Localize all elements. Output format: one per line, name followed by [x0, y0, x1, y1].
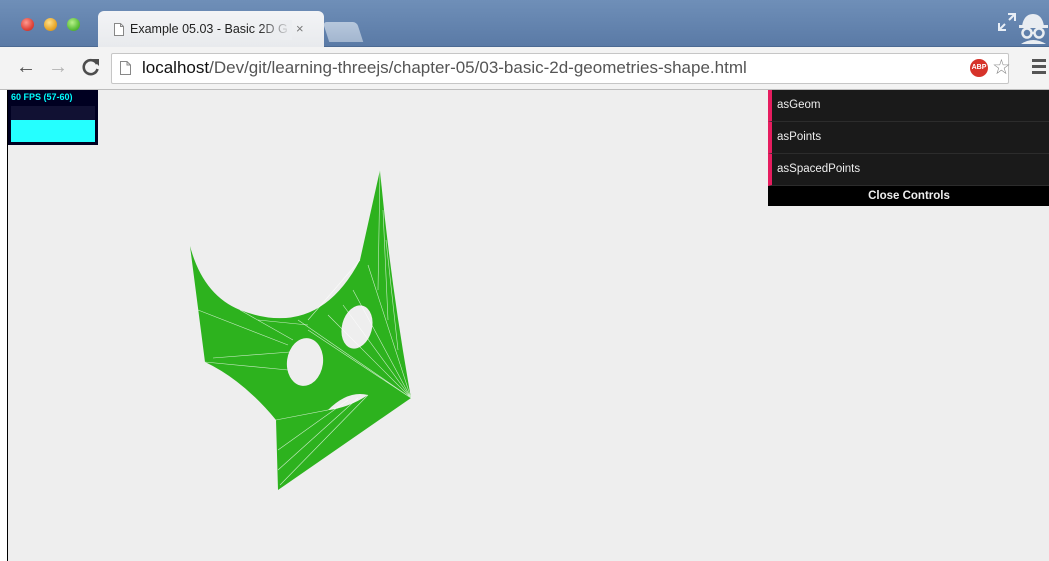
tab-active[interactable]: Example 05.03 - Basic 2D Geometries - Sh…	[98, 11, 324, 47]
dat-gui-panel: asGeom asPoints asSpacedPoints Close Con…	[768, 90, 1049, 206]
incognito-icon	[1019, 14, 1048, 44]
fps-text: 60 FPS (57-60)	[11, 92, 73, 102]
gui-button-label: asSpacedPoints	[777, 163, 861, 175]
tab-strip: Example 05.03 - Basic 2D Geometries - Sh…	[0, 0, 1049, 47]
fullscreen-icon[interactable]	[997, 12, 1017, 32]
page-icon	[120, 61, 131, 75]
minimize-window-button[interactable]	[44, 18, 57, 31]
close-icon[interactable]: ×	[296, 21, 304, 36]
forward-icon[interactable]: →	[47, 56, 69, 78]
menu-icon[interactable]	[1032, 59, 1046, 75]
browser-window: Example 05.03 - Basic 2D Geometries - Sh…	[0, 0, 1049, 561]
close-controls-button[interactable]: Close Controls	[768, 186, 1049, 206]
url-host: localhost	[142, 58, 210, 77]
zoom-window-button[interactable]	[67, 18, 80, 31]
tab-title-fade	[258, 20, 292, 40]
gui-button-label: asGeom	[777, 99, 821, 111]
fps-graph-background	[11, 106, 95, 120]
url-path: /Dev/git/learning-threejs/chapter-05/03-…	[209, 58, 747, 77]
page-icon	[114, 23, 124, 36]
close-window-button[interactable]	[21, 18, 34, 31]
browser-toolbar: ← → localhost/Dev/git/learning-threejs/c…	[0, 47, 1049, 90]
reload-icon[interactable]	[80, 56, 102, 78]
back-icon[interactable]: ←	[15, 56, 37, 78]
new-tab-button[interactable]	[322, 22, 364, 42]
shape-mesh	[190, 170, 411, 490]
gui-button-aspoints[interactable]: asPoints	[768, 122, 1049, 154]
star-icon[interactable]: ☆	[992, 55, 1011, 80]
fps-stats-panel[interactable]: 60 FPS (57-60)	[8, 90, 98, 145]
fps-graph	[11, 120, 95, 142]
url-text: localhost/Dev/git/learning-threejs/chapt…	[142, 58, 747, 78]
page-viewport: 60 FPS (57-60) asGeom asPoints asSpacedP…	[7, 90, 1049, 561]
abp-icon[interactable]: ABP	[970, 59, 988, 77]
shape-geometry	[190, 169, 412, 490]
address-bar[interactable]: localhost/Dev/git/learning-threejs/chapt…	[111, 53, 1011, 84]
gui-button-asgeom[interactable]: asGeom	[768, 90, 1049, 122]
gui-button-asspacedpoints[interactable]: asSpacedPoints	[768, 154, 1049, 186]
gui-button-label: asPoints	[777, 131, 822, 143]
